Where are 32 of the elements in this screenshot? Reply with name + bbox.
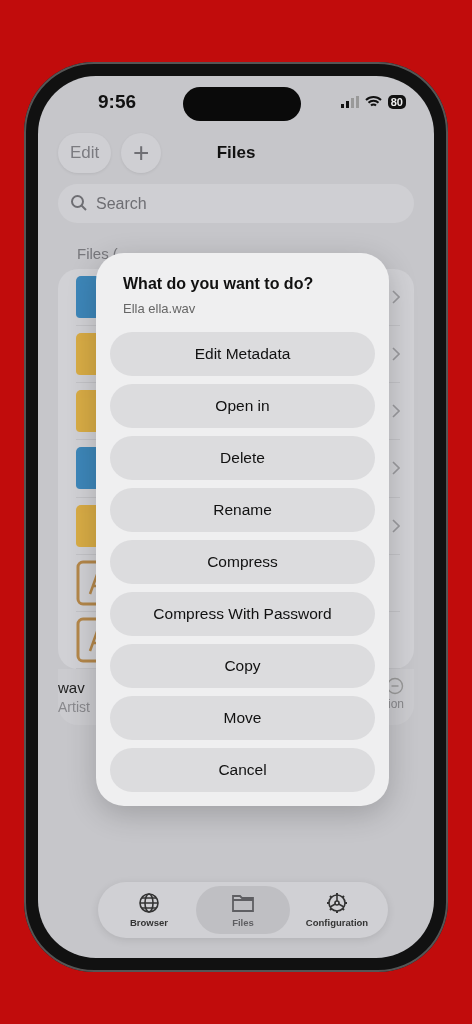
track-artist: Artist (58, 699, 90, 715)
chevron-icon (392, 404, 400, 419)
battery-level: 80 (387, 95, 406, 109)
action-button[interactable]: Edit Metadata (110, 332, 375, 376)
screen-title: Files (216, 143, 256, 162)
action-button[interactable]: Delete (110, 436, 375, 480)
gear-icon (326, 892, 348, 914)
folder-icon (231, 892, 255, 914)
wifi-icon (364, 96, 382, 108)
action-button[interactable]: Compress With Password (110, 592, 375, 636)
tab-item[interactable]: Browser (102, 886, 196, 934)
tab-item[interactable]: Configuration (290, 886, 384, 934)
action-button[interactable]: Cancel (110, 748, 375, 792)
action-button[interactable]: Copy (110, 644, 375, 688)
chevron-icon (392, 347, 400, 362)
chevron-icon (392, 461, 400, 476)
search-field[interactable]: Search (58, 184, 414, 223)
dialog-title: What do you want to do? (123, 275, 315, 293)
tab-item[interactable]: Files (196, 886, 290, 934)
globe-icon (138, 892, 160, 914)
chevron-icon (392, 290, 400, 305)
chevron-icon (392, 518, 400, 533)
action-button[interactable]: Move (110, 696, 375, 740)
track-title: wav (58, 679, 86, 696)
status-time: 9:56 (98, 91, 137, 113)
action-button[interactable]: Open in (110, 384, 375, 428)
action-button[interactable]: Rename (110, 488, 375, 532)
signal-icon (340, 96, 359, 108)
more-icon[interactable] (386, 677, 404, 695)
action-button[interactable]: Compress (110, 540, 375, 584)
action-label: ion (388, 697, 404, 711)
dialog-subtitle: Ella ella.wav (123, 301, 197, 316)
